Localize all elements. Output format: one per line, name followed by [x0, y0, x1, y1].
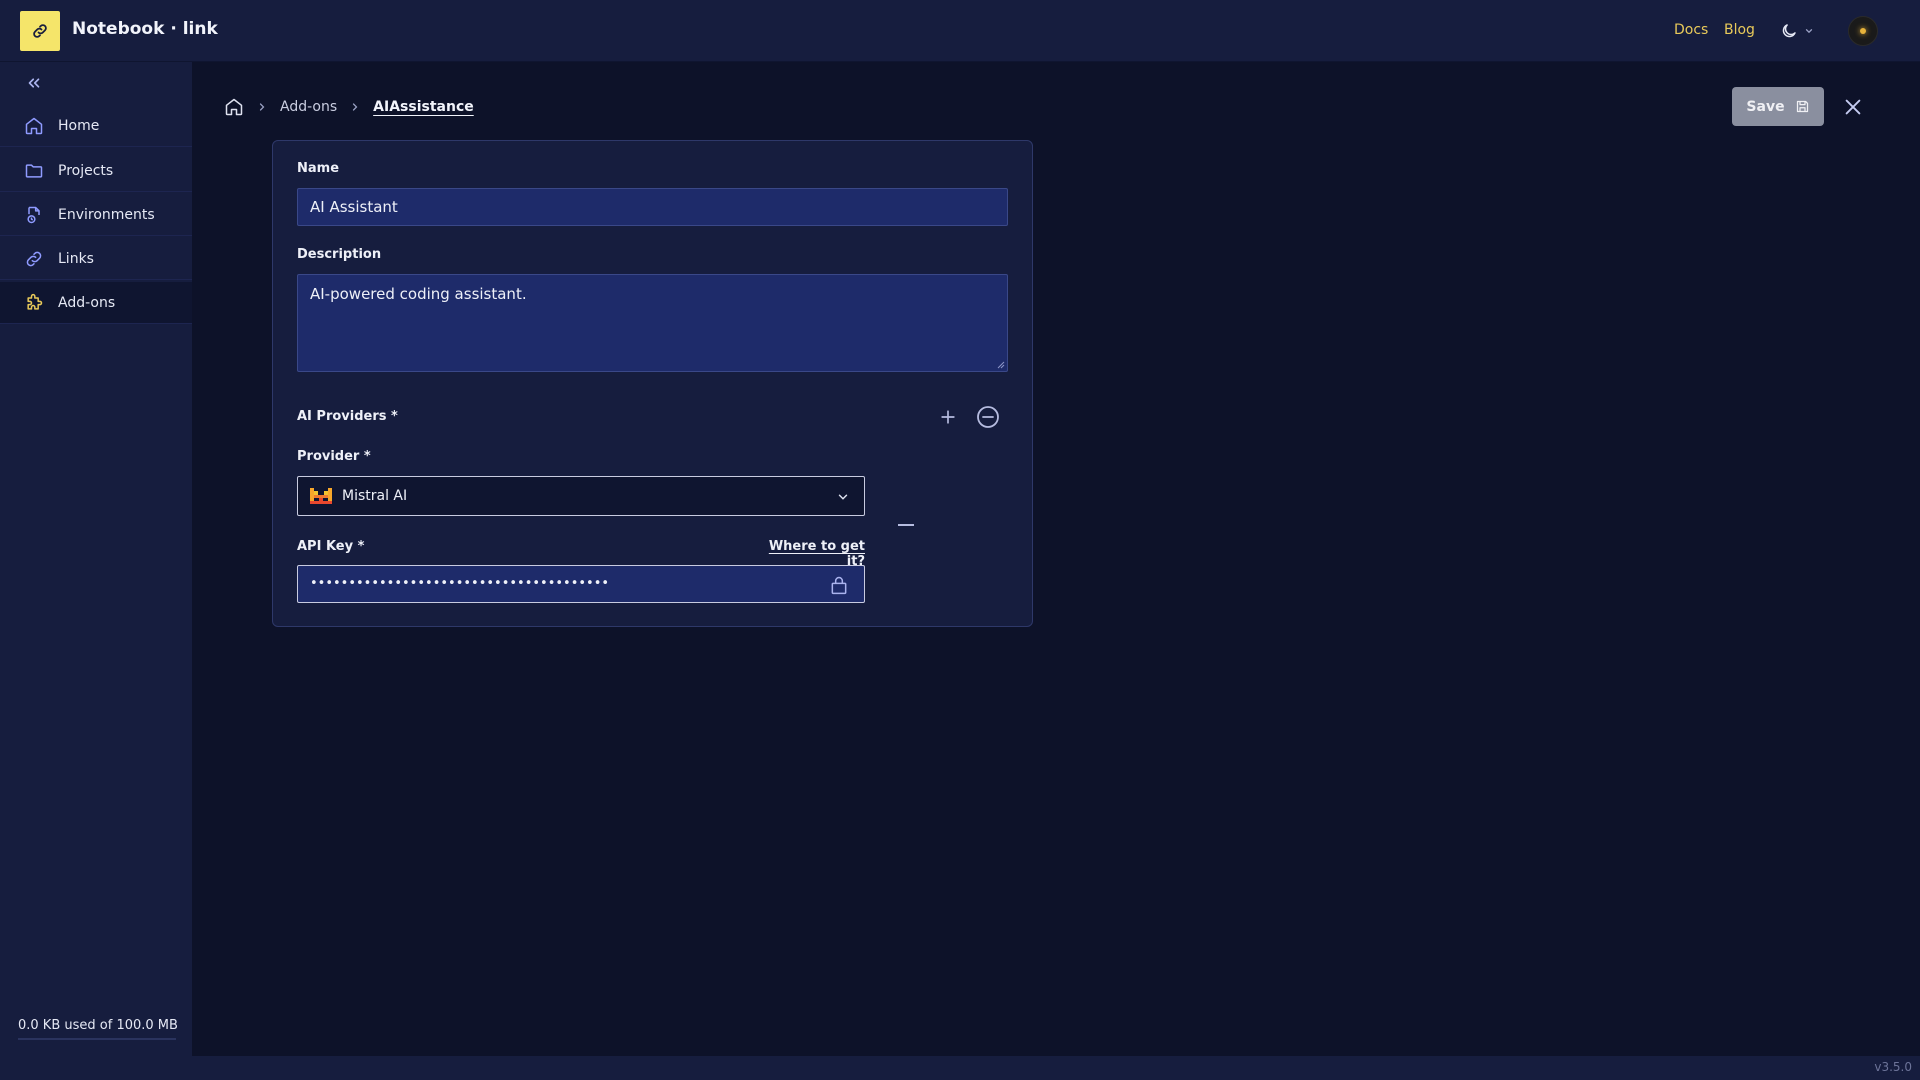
remove-row-icon[interactable]: [898, 524, 914, 526]
home-icon: [25, 117, 43, 134]
link-icon: [26, 251, 42, 266]
sidebar-item-label: Projects: [58, 162, 114, 179]
save-icon: [1796, 100, 1808, 113]
api-key-label: API Key *: [297, 539, 365, 554]
name-field[interactable]: AI Assistant: [297, 188, 1008, 226]
sidebar: Home Projects Environments Links Add-ons…: [0, 62, 192, 1056]
collapse-sidebar-button[interactable]: [25, 74, 45, 94]
provider-label: Provider *: [297, 449, 371, 464]
home-icon[interactable]: [224, 97, 244, 117]
remove-provider-button[interactable]: [975, 404, 1001, 430]
sidebar-item-add-ons[interactable]: Add-ons: [0, 282, 192, 324]
description-field[interactable]: AI-powered coding assistant.: [297, 274, 1008, 372]
moon-icon: [1782, 24, 1796, 38]
app-title[interactable]: Notebook · link: [72, 19, 218, 39]
blog-link[interactable]: Blog: [1724, 22, 1755, 38]
footer: [0, 1056, 1920, 1080]
ai-providers-label: AI Providers *: [297, 409, 398, 424]
minus-circle-icon: [977, 406, 999, 428]
addon-form-card: Name AI Assistant Description AI-powered…: [272, 140, 1033, 627]
folder-icon: [25, 163, 43, 178]
resize-handle-icon[interactable]: [997, 361, 1005, 369]
chevron-down-icon: [838, 494, 848, 500]
chevron-down-icon: [1805, 29, 1813, 34]
puzzle-icon: [27, 293, 43, 310]
save-label: Save: [1746, 98, 1785, 115]
save-button[interactable]: Save: [1732, 87, 1824, 126]
logo[interactable]: [20, 11, 60, 51]
sidebar-item-label: Add-ons: [58, 294, 116, 311]
sidebar-item-label: Links: [58, 250, 94, 267]
provider-value: Mistral AI: [342, 488, 408, 504]
chevron-right-icon: [259, 103, 265, 111]
chevron-right-icon: [353, 103, 358, 111]
close-button[interactable]: [1842, 96, 1864, 118]
sidebar-item-projects[interactable]: Projects: [0, 150, 192, 192]
sidebar-item-label: Environments: [58, 206, 155, 223]
sidebar-item-environments[interactable]: Environments: [0, 194, 192, 236]
environment-icon: [27, 206, 40, 223]
mistral-logo-icon: [310, 488, 332, 504]
breadcrumb-item-add-ons[interactable]: Add-ons: [280, 99, 337, 115]
breadcrumb-item-current[interactable]: AIAssistance: [373, 99, 474, 115]
breadcrumb: Add-ons AIAssistance: [224, 96, 474, 118]
storage-usage: 0.0 KB used of 100.0 MB: [18, 1018, 178, 1033]
storage-bar: [18, 1038, 176, 1040]
sidebar-item-label: Home: [58, 117, 100, 134]
description-value: AI-powered coding assistant.: [310, 285, 527, 303]
link-icon: [33, 24, 47, 38]
close-icon: [1845, 99, 1861, 115]
lock-icon[interactable]: [829, 574, 849, 596]
sidebar-item-home[interactable]: Home: [0, 105, 192, 147]
version-label: v3.5.0: [1874, 1060, 1912, 1074]
provider-select[interactable]: Mistral AI: [297, 476, 865, 516]
double-chevron-left-icon: [28, 78, 40, 88]
top-bar: Notebook · link Docs Blog: [0, 0, 1920, 62]
plus-icon: [941, 410, 955, 424]
add-provider-button[interactable]: [935, 404, 961, 430]
api-key-field[interactable]: •••••••••••••••••••••••••••••••••••••••: [297, 565, 865, 603]
docs-link[interactable]: Docs: [1674, 22, 1708, 38]
theme-toggle[interactable]: [1780, 19, 1820, 43]
avatar[interactable]: [1848, 16, 1878, 46]
name-label: Name: [297, 161, 340, 176]
description-label: Description: [297, 247, 382, 262]
sidebar-item-links[interactable]: Links: [0, 238, 192, 280]
